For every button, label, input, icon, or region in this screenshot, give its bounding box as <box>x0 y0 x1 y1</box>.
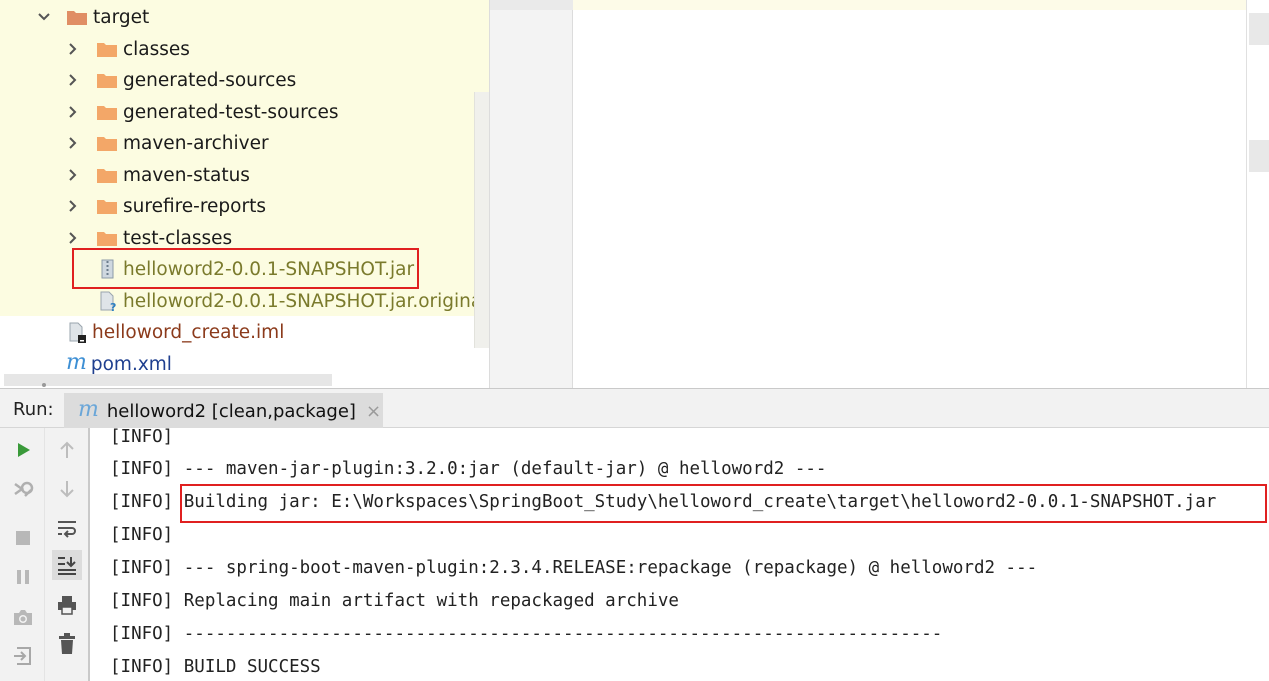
tree-item-iml[interactable]: helloword_create.iml <box>66 317 284 347</box>
editor-right-stripe <box>1246 0 1269 388</box>
tree-item-label: pom.xml <box>90 353 172 375</box>
vertical-scrollbar[interactable] <box>474 92 489 348</box>
tree-item-folder[interactable]: generated-sources <box>96 65 296 95</box>
console-line: [INFO] --- spring-boot-maven-plugin:2.3.… <box>110 558 1038 578</box>
console-line: [INFO] BUILD SUCCESS <box>110 657 321 677</box>
chevron-right-icon[interactable] <box>67 43 79 55</box>
folder-icon <box>66 8 88 26</box>
tree-item-label: helloword2-0.0.1-SNAPSHOT.jar.original <box>123 290 488 312</box>
tree-item-jar[interactable]: helloword2-0.0.1-SNAPSHOT.jar <box>97 254 414 284</box>
arrow-up-icon[interactable] <box>52 435 82 465</box>
editor-area[interactable] <box>573 0 1246 388</box>
tree-item-folder[interactable]: generated-test-sources <box>96 97 339 127</box>
tree-item-label: generated-test-sources <box>123 101 339 123</box>
tree-item-folder[interactable]: classes <box>96 34 190 64</box>
folder-icon <box>96 40 118 58</box>
arrow-down-icon[interactable] <box>52 474 82 504</box>
exit-icon[interactable] <box>8 641 38 671</box>
tree-item-folder[interactable]: maven-archiver <box>96 128 269 158</box>
soft-wrap-icon[interactable] <box>52 513 82 543</box>
tree-item-label: helloword2-0.0.1-SNAPSHOT.jar <box>123 258 415 280</box>
camera-icon[interactable] <box>8 602 38 632</box>
svg-text:?: ? <box>110 301 116 312</box>
jar-icon <box>97 258 119 280</box>
pause-icon[interactable] <box>8 562 38 592</box>
tree-item-jar-original[interactable]: ? helloword2-0.0.1-SNAPSHOT.jar.original <box>97 286 487 316</box>
maven-icon: m <box>66 349 87 375</box>
chevron-right-icon[interactable] <box>67 169 79 181</box>
debug-icon[interactable] <box>8 474 38 504</box>
folder-icon <box>96 166 118 184</box>
folder-icon <box>96 134 118 152</box>
console-line: [INFO] --- maven-jar-plugin:3.2.0:jar (d… <box>110 459 827 479</box>
run-tab-title: helloword2 [clean,package] <box>106 400 356 422</box>
run-tab[interactable]: m helloword2 [clean,package] × <box>64 393 383 429</box>
editor-gutter <box>489 0 574 388</box>
console-output[interactable]: [INFO] [INFO] --- maven-jar-plugin:3.2.0… <box>90 428 1269 681</box>
project-tree: target classes generated-sources generat… <box>0 0 489 388</box>
tree-item-label: test-classes <box>123 227 233 249</box>
scroll-to-end-icon[interactable] <box>52 550 82 580</box>
console-line: [INFO] Replacing main artifact with repa… <box>110 591 679 611</box>
run-label: Run: <box>13 399 54 420</box>
folder-icon <box>96 71 118 89</box>
console-line: [INFO] ---------------------------------… <box>110 624 943 644</box>
current-line-gutter <box>490 0 574 10</box>
maven-icon: m <box>78 396 99 422</box>
toolbar-separator <box>44 428 45 681</box>
folder-icon <box>96 229 118 247</box>
chevron-down-icon[interactable] <box>38 11 50 23</box>
print-icon[interactable] <box>52 590 82 620</box>
tree-item-label: maven-archiver <box>123 132 269 154</box>
chevron-right-icon[interactable] <box>67 137 79 149</box>
stripe-marker <box>1249 13 1269 45</box>
module-file-icon <box>66 321 88 343</box>
tree-item-label: maven-status <box>123 164 250 186</box>
tree-item-target[interactable]: target <box>66 2 149 32</box>
run-toolbar <box>0 428 90 681</box>
tree-item-label: target <box>93 6 150 28</box>
console-line: [INFO] <box>110 428 174 447</box>
tree-item-label: classes <box>123 38 190 60</box>
unknown-file-icon: ? <box>97 290 119 312</box>
console-line: [INFO] Building jar: E:\Workspaces\Sprin… <box>110 492 1217 512</box>
chevron-right-icon[interactable] <box>67 200 79 212</box>
tree-item-folder[interactable]: surefire-reports <box>96 191 266 221</box>
tree-item-label: surefire-reports <box>123 195 266 217</box>
console-line: [INFO] <box>110 525 174 545</box>
folder-icon <box>96 103 118 121</box>
run-icon[interactable] <box>8 435 38 465</box>
chevron-right-icon[interactable] <box>67 232 79 244</box>
tree-item-label: helloword_create.iml <box>92 321 285 343</box>
chevron-right-icon[interactable] <box>67 106 79 118</box>
tree-item-folder[interactable]: maven-status <box>96 160 250 190</box>
tree-item-folder[interactable]: test-classes <box>96 223 232 253</box>
close-icon[interactable]: × <box>366 401 381 422</box>
run-window-header: Run: m helloword2 [clean,package] × <box>0 388 1269 429</box>
chevron-right-icon[interactable] <box>67 74 79 86</box>
horizontal-scrollbar[interactable] <box>4 374 332 386</box>
trash-icon[interactable] <box>52 629 82 659</box>
stop-icon[interactable] <box>8 523 38 553</box>
tree-item-label: generated-sources <box>123 69 297 91</box>
scroll-indicator <box>42 383 46 387</box>
current-line-highlight <box>573 0 1246 10</box>
stripe-marker <box>1249 140 1269 172</box>
folder-icon <box>96 197 118 215</box>
